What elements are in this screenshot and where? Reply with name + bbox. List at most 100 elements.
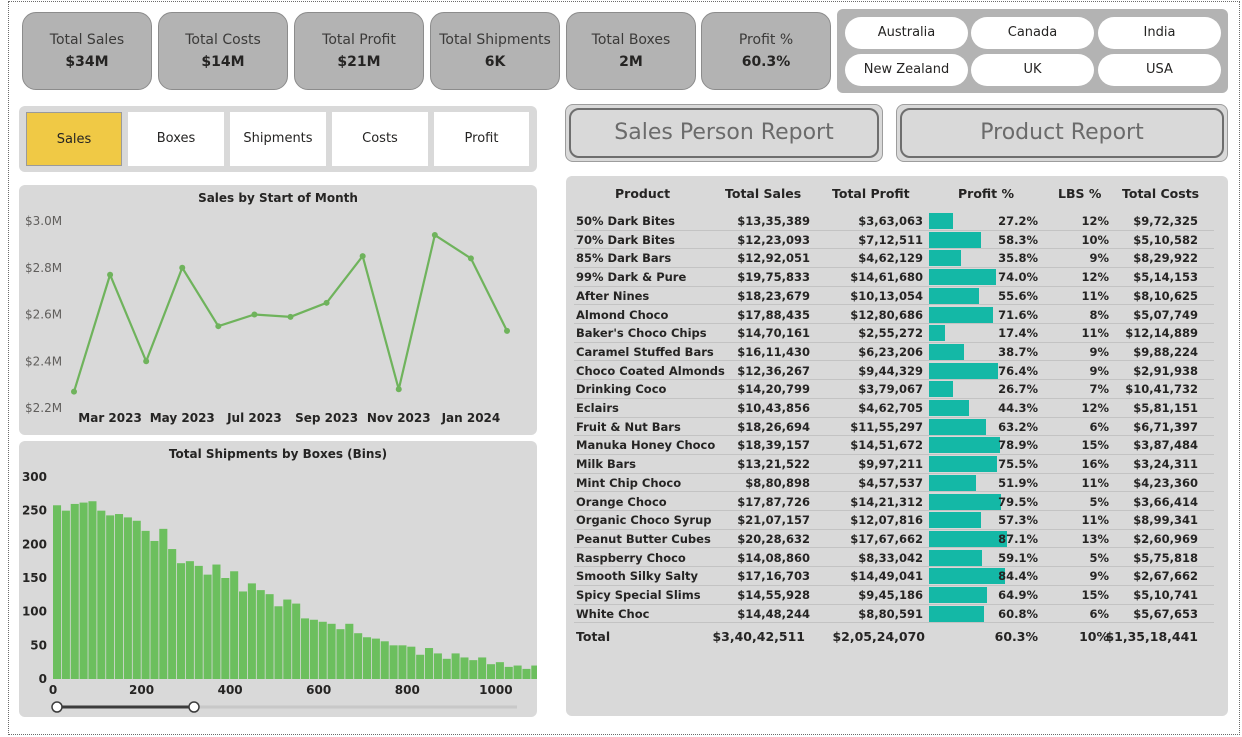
- range-slider-handle-min[interactable]: [51, 701, 63, 713]
- profit-cell: $14,51,672: [850, 438, 923, 453]
- histogram-bar: [531, 665, 537, 679]
- lbs-pct-cell: 9%: [1089, 251, 1109, 266]
- sales-cell: $16,11,430: [737, 344, 810, 359]
- histogram-bar: [398, 645, 407, 679]
- costs-cell: $3,24,311: [1133, 457, 1198, 472]
- table-row[interactable]: Orange Choco $17,87,726 $14,21,312 79.5% 5% $…: [574, 493, 1214, 512]
- country-india[interactable]: India: [1098, 17, 1221, 49]
- histogram-bar: [283, 599, 292, 679]
- kpi-label: Total Sales: [49, 32, 125, 48]
- histogram-bar: [141, 530, 150, 679]
- lbs-pct-cell: 9%: [1089, 344, 1109, 359]
- histogram-bar: [407, 646, 416, 679]
- profit-pct-bar: [929, 381, 954, 398]
- tab-sales[interactable]: Sales: [26, 112, 122, 166]
- col-header-profit-pct[interactable]: Profit %: [958, 186, 1014, 201]
- table-row[interactable]: Choco Coated Almonds $12,36,267 $9,44,329 7…: [574, 362, 1214, 381]
- histogram-bar: [478, 657, 487, 679]
- sales-cell: $18,23,679: [737, 288, 810, 303]
- country-uk[interactable]: UK: [971, 54, 1094, 86]
- profit-cell: $4,62,129: [858, 251, 923, 266]
- table-row[interactable]: Organic Choco Syrup $21,07,157 $12,07,816 5…: [574, 511, 1214, 530]
- lbs-pct-cell: 12%: [1081, 401, 1109, 415]
- sales-cell: $18,39,157: [737, 438, 810, 453]
- profit-pct-cell: 27.2%: [998, 214, 1038, 228]
- table-row[interactable]: 99% Dark & Pure $19,75,833 $14,61,680 74.0%…: [574, 268, 1214, 287]
- kpi-label: Total Boxes: [591, 32, 671, 48]
- table-row[interactable]: Peanut Butter Cubes $20,28,632 $17,67,662 8…: [574, 530, 1214, 549]
- x-tick-label: Sep 2023: [295, 411, 358, 425]
- sales-cell: $8,80,898: [745, 475, 810, 490]
- table-row[interactable]: Spicy Special Slims $14,55,928 $9,45,186 64…: [574, 586, 1214, 605]
- costs-cell: $2,60,969: [1133, 531, 1198, 546]
- sales-cell: $14,55,928: [737, 588, 810, 602]
- col-header-total-sales[interactable]: Total Sales: [725, 186, 801, 201]
- table-row[interactable]: 50% Dark Bites $13,35,389 $3,63,063 27.2% 12…: [574, 212, 1214, 231]
- sales-cell: $17,16,703: [737, 569, 810, 584]
- range-slider-handle-max[interactable]: [188, 701, 200, 713]
- histogram-bar: [522, 668, 531, 679]
- product-cell: Caramel Stuffed Bars: [576, 344, 714, 359]
- country-new-zealand[interactable]: New Zealand: [845, 54, 968, 86]
- table-row[interactable]: Raspberry Choco $14,08,860 $8,33,042 59.1% 5…: [574, 549, 1214, 568]
- product-cell: Eclairs: [576, 401, 619, 415]
- histogram-bar: [150, 540, 159, 679]
- costs-cell: $10,41,732: [1125, 382, 1198, 397]
- sales-cell: $12,23,093: [737, 232, 810, 247]
- data-point: [251, 311, 258, 318]
- product-report-button[interactable]: Product Report: [896, 104, 1228, 162]
- sales-person-report-button[interactable]: Sales Person Report: [565, 104, 883, 162]
- product-report-label: Product Report: [900, 108, 1224, 158]
- table-row[interactable]: 70% Dark Bites $12,23,093 $7,12,511 58.3% 10…: [574, 231, 1214, 250]
- kpi-value: 6K: [484, 54, 506, 70]
- y-tick-label: 100: [22, 605, 47, 619]
- table-row[interactable]: Fruit & Nut Bars $18,26,694 $11,55,297 63.2…: [574, 418, 1214, 437]
- tab-profit[interactable]: Profit: [434, 112, 529, 166]
- country-canada[interactable]: Canada: [971, 17, 1094, 49]
- histogram-bar: [212, 564, 221, 679]
- costs-cell: $2,91,938: [1133, 363, 1198, 378]
- x-tick-label: 0: [49, 683, 57, 697]
- histogram-bar: [495, 662, 504, 679]
- sales-cell: $19,75,833: [737, 270, 810, 285]
- tab-costs[interactable]: Costs: [332, 112, 428, 166]
- col-header-product[interactable]: Product: [615, 186, 670, 201]
- profit-pct-cell: 58.3%: [998, 232, 1038, 247]
- table-row[interactable]: 85% Dark Bars $12,92,051 $4,62,129 35.8% 9% $…: [574, 249, 1214, 268]
- sales-cell: $14,20,799: [737, 382, 810, 397]
- histogram-bar: [292, 603, 301, 679]
- histogram-bar: [185, 561, 194, 679]
- tab-boxes[interactable]: Boxes: [128, 112, 224, 166]
- col-header-total-costs[interactable]: Total Costs: [1122, 186, 1199, 201]
- histogram-bar: [354, 633, 363, 679]
- histogram-bar: [230, 571, 239, 679]
- sales-cell: $21,07,157: [737, 513, 810, 528]
- col-header-lbs-pct[interactable]: LBS %: [1058, 186, 1101, 201]
- country-australia[interactable]: Australia: [845, 17, 968, 49]
- x-tick-label: Nov 2023: [367, 411, 431, 425]
- table-row[interactable]: After Nines $18,23,679 $10,13,054 55.6% 11% $…: [574, 287, 1214, 306]
- profit-pct-cell: 51.9%: [998, 475, 1038, 490]
- table-row[interactable]: Smooth Silky Salty $17,16,703 $14,49,041 84…: [574, 567, 1214, 586]
- kpi-total-profit: Total Profit $21M: [294, 12, 424, 90]
- table-row[interactable]: Manuka Honey Choco $18,39,157 $14,51,672 78…: [574, 436, 1214, 455]
- table-row[interactable]: Baker's Choco Chips $14,70,161 $2,55,272 17…: [574, 324, 1214, 343]
- table-row[interactable]: Caramel Stuffed Bars $16,11,430 $6,23,206 3…: [574, 343, 1214, 362]
- tab-shipments[interactable]: Shipments: [230, 112, 326, 166]
- col-header-total-profit[interactable]: Total Profit: [832, 186, 910, 201]
- profit-pct-cell: 76.4%: [998, 363, 1038, 378]
- shipments-by-boxes-panel: Total Shipments by Boxes (Bins) 0 50 100 15…: [19, 441, 537, 717]
- profit-pct-cell: 35.8%: [998, 251, 1038, 266]
- table-row[interactable]: Almond Choco $17,88,435 $12,80,686 71.6% 8% $…: [574, 306, 1214, 325]
- histogram-bar: [318, 621, 327, 679]
- data-point: [143, 358, 150, 365]
- product-cell: Raspberry Choco: [576, 550, 686, 565]
- table-row[interactable]: Milk Bars $13,21,522 $9,97,211 75.5% 16% $3,2…: [574, 455, 1214, 474]
- table-row[interactable]: White Choc $14,48,244 $8,80,591 60.8% 6% $5,6…: [574, 605, 1214, 624]
- country-usa[interactable]: USA: [1098, 54, 1221, 86]
- table-row[interactable]: Drinking Coco $14,20,799 $3,79,067 26.7% 7% $…: [574, 380, 1214, 399]
- costs-cell: $12,14,889: [1125, 326, 1198, 341]
- histogram-bar: [256, 590, 265, 679]
- table-row[interactable]: Mint Chip Choco $8,80,898 $4,57,537 51.9% 11…: [574, 474, 1214, 493]
- table-row[interactable]: Eclairs $10,43,856 $4,62,705 44.3% 12% $5,81,…: [574, 399, 1214, 418]
